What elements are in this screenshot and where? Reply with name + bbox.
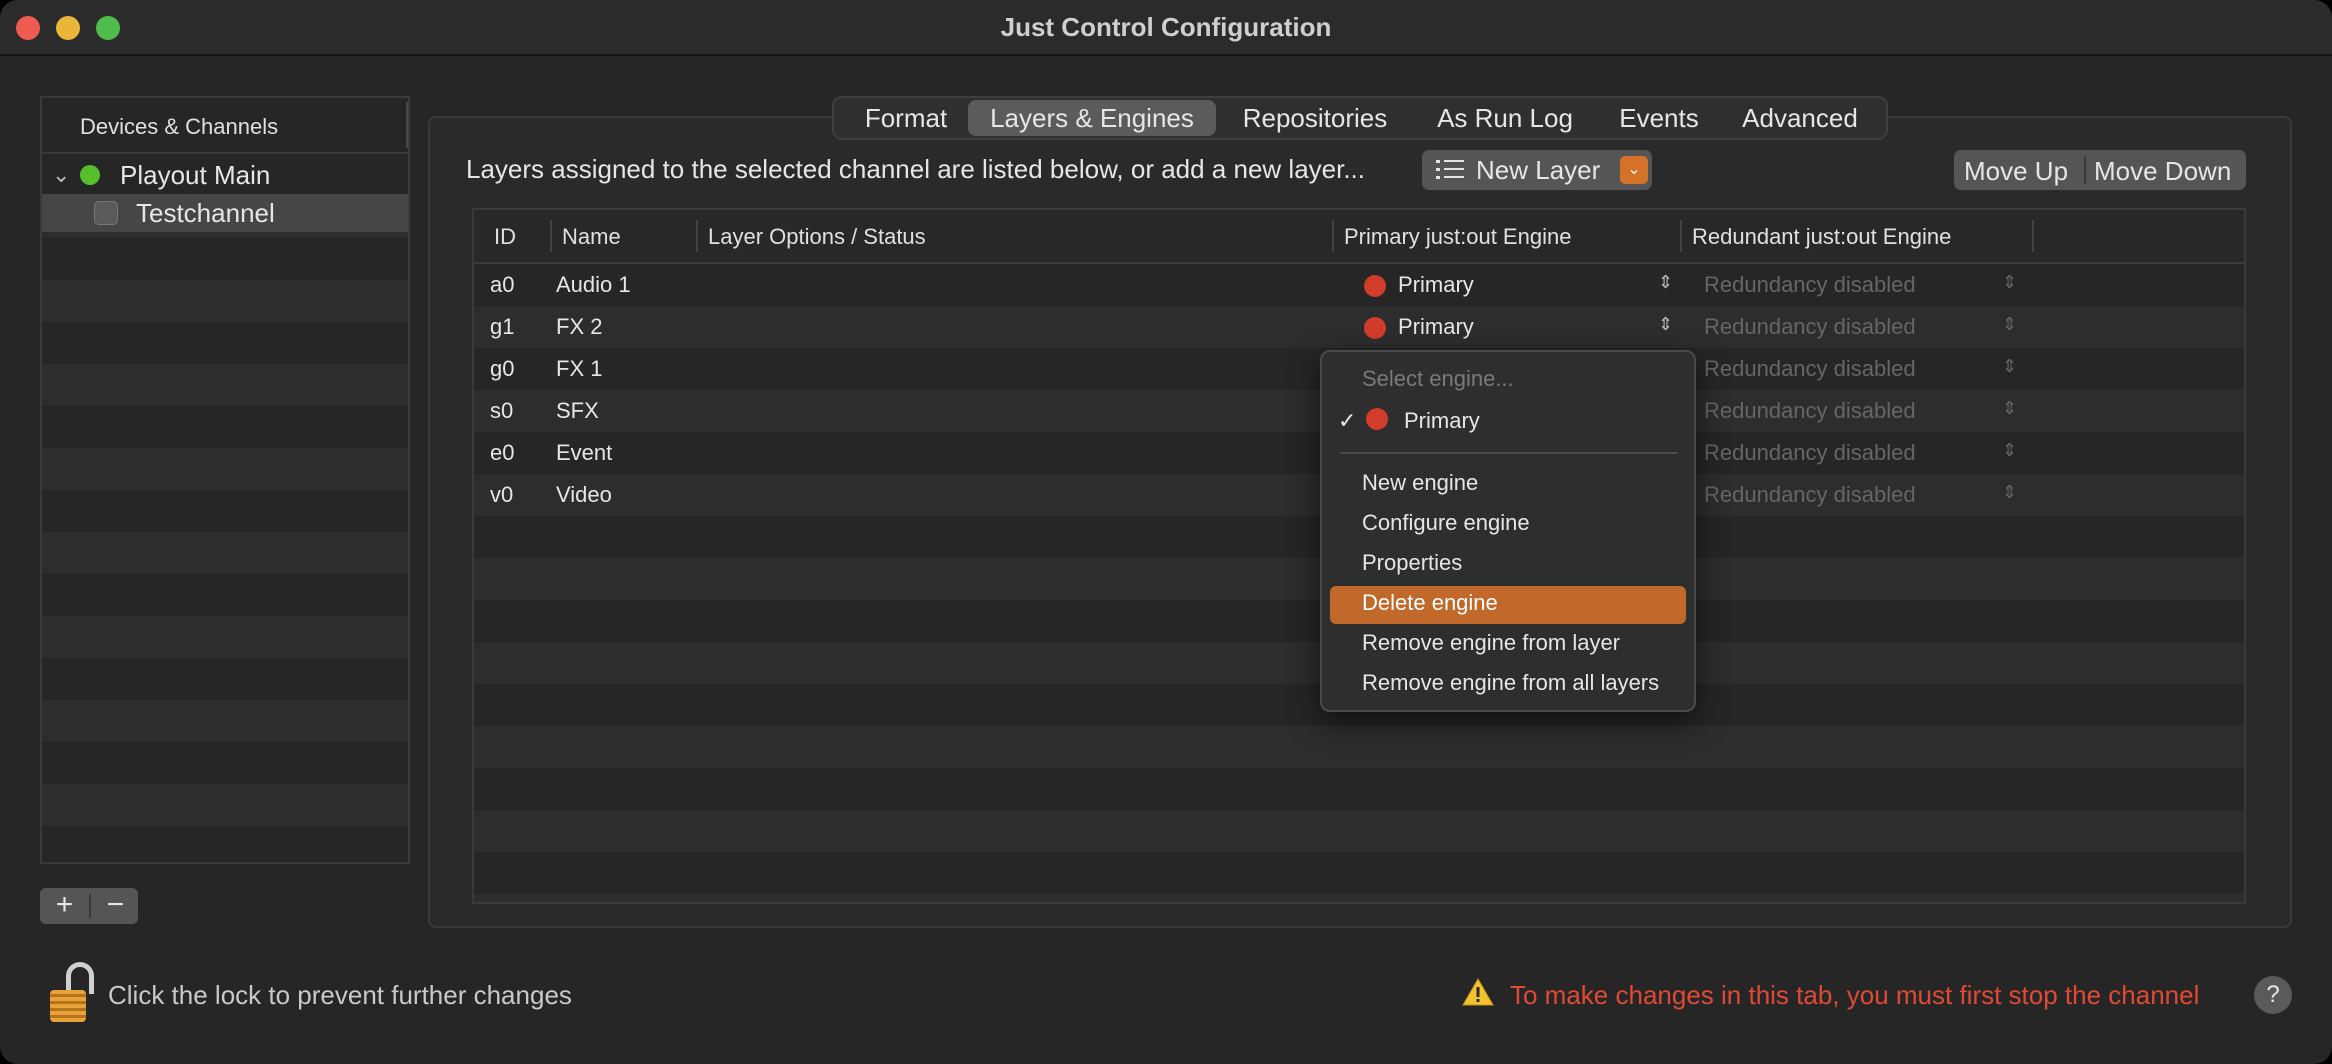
menu-item-primary[interactable]: Primary <box>1404 408 1480 434</box>
layer-name: FX 1 <box>556 356 603 381</box>
app-window: Just Control Configuration Devices & Cha… <box>0 0 2332 1064</box>
layer-name: SFX <box>556 398 599 423</box>
layer-id: e0 <box>490 440 515 465</box>
chevron-down-icon[interactable]: ⌄ <box>52 162 70 188</box>
sidebar-header-label: Devices & Channels <box>80 114 279 139</box>
layer-name: Event <box>556 440 613 465</box>
column-header-primary-engine[interactable]: Primary just:out Engine <box>1344 224 1571 250</box>
engine-status-dot-icon <box>1366 408 1388 430</box>
layer-id: a0 <box>490 272 515 297</box>
window-title: Just Control Configuration <box>1000 12 1332 42</box>
tab-as-run-log[interactable]: As Run Log <box>1416 98 1594 138</box>
column-divider[interactable] <box>696 220 698 252</box>
layers-description: Layers assigned to the selected channel … <box>466 154 1366 184</box>
titlebar: Just Control Configuration <box>0 0 2332 56</box>
devices-sidebar: Devices & Channels ⌄ Playout Main Testch… <box>40 96 410 864</box>
sidebar-item-label: Playout Main <box>120 160 271 190</box>
table-header: ID Name Layer Options / Status Primary j… <box>474 210 2244 264</box>
channel-checkbox[interactable] <box>94 201 118 225</box>
menu-item-configure-engine[interactable]: Configure engine <box>1362 510 1530 536</box>
menu-item-remove-engine-from-layer[interactable]: Remove engine from layer <box>1362 630 1620 656</box>
column-header-redundant-engine[interactable]: Redundant just:out Engine <box>1692 224 1951 250</box>
new-layer-button[interactable]: New Layer ⌄ <box>1422 150 1652 190</box>
help-button[interactable]: ? <box>2254 976 2292 1014</box>
column-divider[interactable] <box>550 220 552 252</box>
layer-id: s0 <box>490 398 514 423</box>
tab-bar: Format Layers & Engines Repositories As … <box>832 96 1888 140</box>
menu-item-new-engine[interactable]: New engine <box>1362 470 1478 496</box>
redundant-engine-select[interactable]: Redundancy disabled <box>1704 356 1916 382</box>
engine-dropdown-menu: Select engine... ✓ Primary New engine Co… <box>1320 350 1696 712</box>
updown-chevron-icon[interactable]: ⇕ <box>2002 440 2017 461</box>
updown-chevron-icon[interactable]: ⇕ <box>1658 314 1673 335</box>
chevron-down-icon[interactable]: ⌄ <box>1620 156 1648 184</box>
add-remove-control: + − <box>40 888 138 924</box>
layer-name: FX 2 <box>556 314 603 339</box>
tab-layers-engines[interactable]: Layers & Engines <box>968 100 1216 136</box>
updown-chevron-icon[interactable]: ⇕ <box>2002 482 2017 503</box>
engine-status-dot-icon <box>1364 275 1386 297</box>
sidebar-header: Devices & Channels <box>42 98 408 154</box>
divider <box>2084 156 2086 184</box>
tab-repositories[interactable]: Repositories <box>1220 98 1410 138</box>
move-up-button[interactable]: Move Up <box>1964 156 2068 187</box>
lock-icon[interactable] <box>46 962 100 1024</box>
menu-item-delete-engine[interactable]: Delete engine <box>1362 590 1498 616</box>
table-row[interactable]: a0 Audio 1 Primary ⇕ Redundancy disabled… <box>474 264 2244 306</box>
layer-id: v0 <box>490 482 514 507</box>
layer-name: Video <box>556 482 612 507</box>
remove-channel-button[interactable]: − <box>91 888 140 924</box>
column-divider[interactable] <box>2032 220 2034 252</box>
column-header-layer-options[interactable]: Layer Options / Status <box>708 224 926 250</box>
redundant-engine-select[interactable]: Redundancy disabled <box>1704 272 1916 298</box>
primary-engine-select[interactable]: Primary <box>1398 272 1474 298</box>
updown-chevron-icon[interactable]: ⇕ <box>1658 272 1673 293</box>
updown-chevron-icon[interactable]: ⇕ <box>2002 314 2017 335</box>
new-layer-label: New Layer <box>1476 155 1601 185</box>
sidebar-list-background <box>42 154 408 862</box>
menu-item-remove-engine-from-all-layers[interactable]: Remove engine from all layers <box>1362 670 1659 696</box>
column-divider <box>406 102 408 148</box>
tab-events[interactable]: Events <box>1600 98 1718 138</box>
checkmark-icon: ✓ <box>1338 408 1357 433</box>
tab-advanced[interactable]: Advanced <box>1724 98 1876 138</box>
updown-chevron-icon[interactable]: ⇕ <box>2002 398 2017 419</box>
layer-id: g0 <box>490 356 515 381</box>
table-row[interactable]: g1 FX 2 Primary ⇕ Redundancy disabled ⇕ <box>474 306 2244 348</box>
warning-icon <box>1462 978 1494 1006</box>
redundant-engine-select[interactable]: Redundancy disabled <box>1704 398 1916 424</box>
layer-id: g1 <box>490 314 515 339</box>
list-icon <box>1436 160 1464 180</box>
column-divider[interactable] <box>1680 220 1682 252</box>
menu-item-properties[interactable]: Properties <box>1362 550 1462 576</box>
add-channel-button[interactable]: + <box>40 888 89 924</box>
redundant-engine-select[interactable]: Redundancy disabled <box>1704 440 1916 466</box>
sidebar-item-playout-main[interactable]: ⌄ Playout Main <box>42 156 408 194</box>
lock-text: Click the lock to prevent further change… <box>108 980 572 1010</box>
status-dot-icon <box>80 165 100 185</box>
menu-placeholder: Select engine... <box>1362 366 1514 391</box>
menu-separator <box>1340 452 1678 454</box>
primary-engine-select[interactable]: Primary <box>1398 314 1474 340</box>
column-header-id[interactable]: ID <box>494 224 516 250</box>
column-divider[interactable] <box>1332 220 1334 252</box>
updown-chevron-icon[interactable]: ⇕ <box>2002 272 2017 293</box>
move-down-button[interactable]: Move Down <box>2094 156 2231 187</box>
warning-text: To make changes in this tab, you must fi… <box>1510 980 2200 1010</box>
redundant-engine-select[interactable]: Redundancy disabled <box>1704 314 1916 340</box>
engine-status-dot-icon <box>1364 317 1386 339</box>
sidebar-item-testchannel[interactable]: Testchannel <box>42 194 408 232</box>
column-header-name[interactable]: Name <box>562 224 621 250</box>
updown-chevron-icon[interactable]: ⇕ <box>2002 356 2017 377</box>
move-buttons: Move Up Move Down <box>1954 150 2246 190</box>
redundant-engine-select[interactable]: Redundancy disabled <box>1704 482 1916 508</box>
layer-name: Audio 1 <box>556 272 631 297</box>
sidebar-item-label: Testchannel <box>136 198 275 228</box>
tab-format[interactable]: Format <box>840 98 972 138</box>
